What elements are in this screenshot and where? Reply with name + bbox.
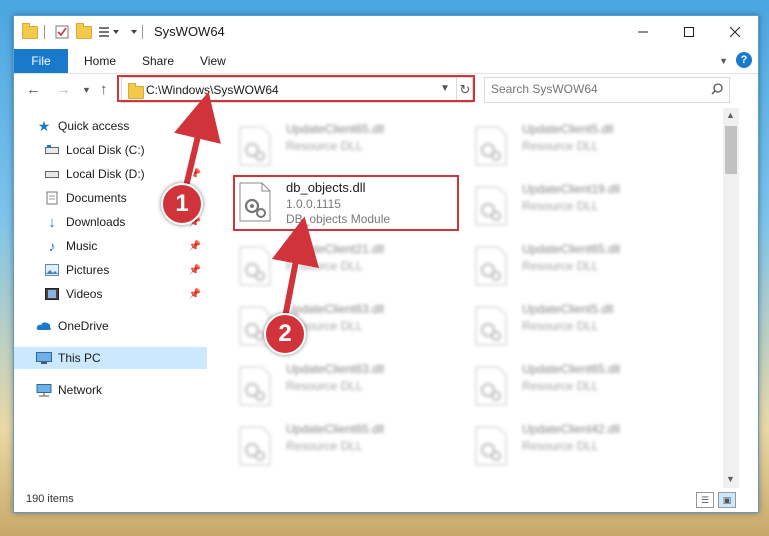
- step-badge-1: 1: [161, 183, 203, 225]
- step-badge-2: 2: [264, 313, 306, 355]
- annotation-arrows: [174, 91, 320, 329]
